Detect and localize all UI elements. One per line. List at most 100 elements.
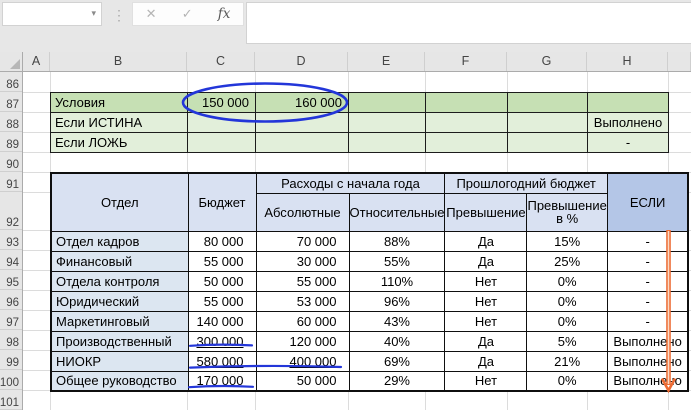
- cell-condition-value-2[interactable]: 160 000: [255, 92, 349, 113]
- column-header-D[interactable]: D: [255, 52, 348, 71]
- header-expenses-group[interactable]: Расходы с начала года: [255, 172, 446, 194]
- cell-absolute[interactable]: 30 000: [255, 250, 350, 272]
- header-absolute[interactable]: Абсолютные: [255, 192, 350, 232]
- cell-if[interactable]: Выполнено: [606, 350, 689, 372]
- cell-exceed[interactable]: Да: [444, 330, 528, 352]
- cell-empty[interactable]: [255, 112, 349, 133]
- row-header-95[interactable]: 95: [0, 270, 22, 290]
- cell-dept[interactable]: Общее руководство: [50, 370, 189, 392]
- row-header-90[interactable]: 90: [0, 152, 22, 172]
- cell-exceed[interactable]: Да: [444, 230, 528, 252]
- column-header-E[interactable]: E: [348, 52, 425, 71]
- cell-exceed[interactable]: Да: [444, 250, 528, 272]
- cell-empty[interactable]: [425, 132, 508, 153]
- cell-if-false-result[interactable]: -: [587, 132, 669, 153]
- row-header-101[interactable]: 101: [0, 390, 22, 410]
- cell-exceed[interactable]: Нет: [444, 270, 528, 292]
- cell-relative[interactable]: 40%: [348, 330, 446, 352]
- cell-exceed-pct[interactable]: 25%: [526, 250, 608, 272]
- row-header-97[interactable]: 97: [0, 310, 22, 330]
- cell-exceed[interactable]: Нет: [444, 310, 528, 332]
- cell-dept[interactable]: Финансовый: [50, 250, 189, 272]
- cell-budget[interactable]: 50 000: [187, 270, 257, 292]
- cell-relative[interactable]: 88%: [348, 230, 446, 252]
- cell-empty[interactable]: [425, 92, 508, 113]
- header-relative[interactable]: Относительные: [348, 192, 446, 232]
- row-header-94[interactable]: 94: [0, 250, 22, 270]
- cell-absolute[interactable]: 60 000: [255, 310, 350, 332]
- row-header-91[interactable]: 91: [0, 172, 22, 192]
- cell-if-true-label[interactable]: Если ИСТИНА: [50, 112, 188, 133]
- enter-icon[interactable]: ✓: [182, 6, 193, 22]
- cell-if[interactable]: -: [606, 270, 689, 292]
- cell-relative[interactable]: 43%: [348, 310, 446, 332]
- cell-absolute[interactable]: 120 000: [255, 330, 350, 352]
- row-header-99[interactable]: 99: [0, 350, 22, 370]
- cell-dept[interactable]: НИОКР: [50, 350, 189, 372]
- column-header-partial[interactable]: [668, 52, 691, 71]
- cell-dept[interactable]: Отдела контроля: [50, 270, 189, 292]
- cell-if[interactable]: -: [606, 250, 689, 272]
- select-all-corner[interactable]: [0, 52, 23, 72]
- insert-function-icon[interactable]: fx: [218, 6, 231, 22]
- cell-budget[interactable]: 170 000: [187, 370, 257, 392]
- header-exceed-pct[interactable]: Превышение в %: [526, 192, 608, 232]
- cell-budget[interactable]: 140 000: [187, 310, 257, 332]
- cell-if[interactable]: -: [606, 310, 689, 332]
- cell-empty[interactable]: [348, 112, 426, 133]
- row-header-98[interactable]: 98: [0, 330, 22, 350]
- column-header-H[interactable]: H: [587, 52, 668, 71]
- row-header-86[interactable]: 86: [0, 72, 22, 92]
- cell-absolute[interactable]: 400 000: [255, 350, 350, 372]
- cell-if[interactable]: Выполнено: [606, 330, 689, 352]
- cell-dept[interactable]: Маркетинговый: [50, 310, 189, 332]
- cell-dept[interactable]: Производственный: [50, 330, 189, 352]
- cell-empty[interactable]: [187, 112, 256, 133]
- cell-budget[interactable]: 55 000: [187, 250, 257, 272]
- cell-exceed-pct[interactable]: 0%: [526, 290, 608, 312]
- cell-dept[interactable]: Юридический: [50, 290, 189, 312]
- cell-exceed-pct[interactable]: 21%: [526, 350, 608, 372]
- cell-dept[interactable]: Отдел кадров: [50, 230, 189, 252]
- column-header-A[interactable]: A: [23, 52, 50, 71]
- row-header-92[interactable]: 92: [0, 192, 22, 230]
- cancel-icon[interactable]: ✕: [146, 6, 157, 22]
- cell-relative[interactable]: 55%: [348, 250, 446, 272]
- column-header-C[interactable]: C: [187, 52, 255, 71]
- cell-exceed-pct[interactable]: 0%: [526, 370, 608, 392]
- cell-empty[interactable]: [507, 132, 588, 153]
- header-lastyear-group[interactable]: Прошлогодний бюджет: [444, 172, 608, 194]
- cell-exceed-pct[interactable]: 0%: [526, 270, 608, 292]
- cell-relative[interactable]: 96%: [348, 290, 446, 312]
- cell-exceed-pct[interactable]: 5%: [526, 330, 608, 352]
- column-header-F[interactable]: F: [425, 52, 507, 71]
- cell-budget[interactable]: 580 000: [187, 350, 257, 372]
- cell-conditions-label[interactable]: Условия: [50, 92, 188, 113]
- cell-exceed[interactable]: Нет: [444, 290, 528, 312]
- row-header-87[interactable]: 87: [0, 92, 22, 112]
- cell-exceed-pct[interactable]: 15%: [526, 230, 608, 252]
- cell-empty[interactable]: [348, 92, 426, 113]
- header-budget[interactable]: Бюджет: [187, 172, 257, 232]
- cell-empty[interactable]: [507, 112, 588, 133]
- cell-absolute[interactable]: 53 000: [255, 290, 350, 312]
- cell-empty[interactable]: [507, 92, 588, 113]
- row-header-96[interactable]: 96: [0, 290, 22, 310]
- cell-empty[interactable]: [425, 112, 508, 133]
- cell-absolute[interactable]: 70 000: [255, 230, 350, 252]
- name-box[interactable]: ▾: [2, 2, 102, 26]
- cell-condition-value-1[interactable]: 150 000: [187, 92, 256, 113]
- cell-if[interactable]: -: [606, 290, 689, 312]
- cell-exceed[interactable]: Нет: [444, 370, 528, 392]
- header-dept[interactable]: Отдел: [50, 172, 189, 232]
- cell-if[interactable]: Выполнено: [606, 370, 689, 392]
- cell-relative[interactable]: 29%: [348, 370, 446, 392]
- header-exceed[interactable]: Превышение: [444, 192, 528, 232]
- formula-bar-input[interactable]: [246, 2, 691, 44]
- cell-empty[interactable]: [187, 132, 256, 153]
- name-box-dropdown-icon[interactable]: ▾: [91, 8, 96, 19]
- row-header-93[interactable]: 93: [0, 230, 22, 250]
- cell-absolute[interactable]: 55 000: [255, 270, 350, 292]
- cell-if[interactable]: -: [606, 230, 689, 252]
- row-header-88[interactable]: 88: [0, 112, 22, 132]
